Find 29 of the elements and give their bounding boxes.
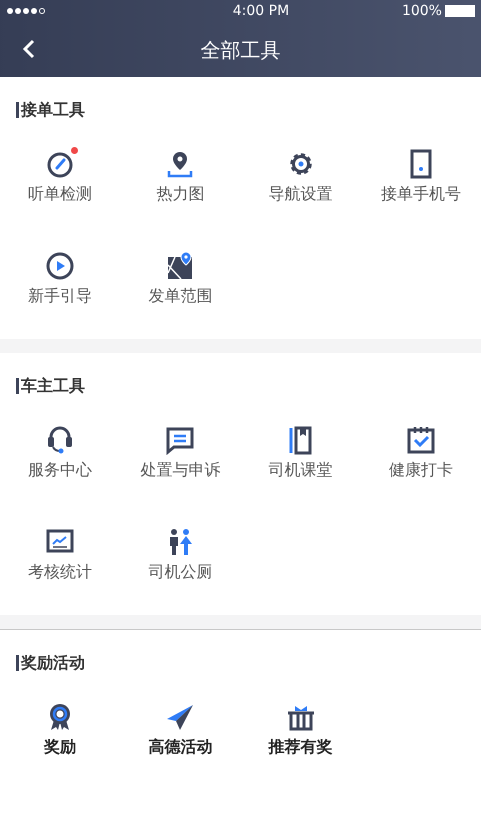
battery-icon <box>444 5 475 17</box>
tool-item[interactable]: 司机课堂 <box>240 397 361 499</box>
tool-item[interactable]: 发单范围 <box>120 223 240 325</box>
section-title: 车主工具 <box>21 375 85 397</box>
page-title: 全部工具 <box>200 36 280 64</box>
tool-item[interactable]: 听单检测 <box>0 121 120 223</box>
message-icon <box>165 424 196 454</box>
section-marker <box>16 378 19 394</box>
tool-item[interactable]: 健康打卡 <box>360 397 481 499</box>
tool-item[interactable]: 服务中心 <box>0 397 120 499</box>
tool-item[interactable]: 考核统计 <box>0 499 120 601</box>
tool-item[interactable]: 高德活动 <box>120 674 240 776</box>
tool-item[interactable]: 推荐有奖 <box>240 674 361 776</box>
tool-item[interactable]: 导航设置 <box>240 121 361 223</box>
section-marker <box>16 655 19 671</box>
battery-percentage: 100% <box>402 2 442 20</box>
tool-item[interactable]: 热力图 <box>120 121 240 223</box>
tool-item[interactable]: 司机公厕 <box>120 499 240 601</box>
status-time: 4:00 PM <box>232 2 290 20</box>
calendar-check-icon <box>406 424 436 454</box>
tool-item[interactable]: 接单手机号 <box>360 121 481 223</box>
section-title: 奖励活动 <box>21 652 85 674</box>
tool-item[interactable]: 处置与申诉 <box>120 397 240 499</box>
play-icon <box>45 250 76 280</box>
back-icon <box>22 38 36 60</box>
section-title: 接单工具 <box>21 99 85 121</box>
section-marker <box>16 102 19 118</box>
tool-item[interactable]: 新手引导 <box>0 223 120 325</box>
tool-item[interactable]: 奖励 <box>0 674 120 776</box>
